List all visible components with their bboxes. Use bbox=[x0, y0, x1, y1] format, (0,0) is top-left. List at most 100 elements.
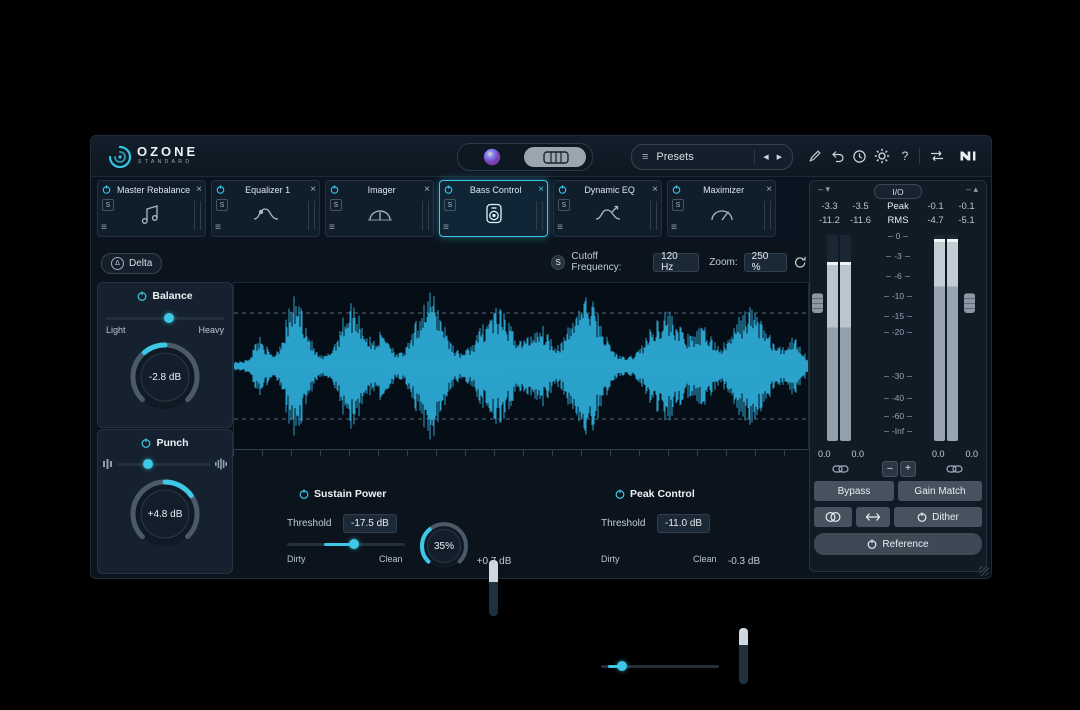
presets-label[interactable]: Presets bbox=[656, 151, 693, 163]
peak-label: Peak bbox=[876, 201, 920, 212]
signal-flow-icon[interactable] bbox=[927, 146, 947, 166]
tab-drag-handle[interactable] bbox=[308, 201, 315, 230]
scale-40: -40 bbox=[892, 393, 904, 403]
waveform-display bbox=[233, 282, 809, 450]
tab-label[interactable]: Master Rebalance bbox=[114, 185, 193, 195]
peak-control-title: Peak Control bbox=[630, 488, 695, 500]
sustain-amount-value: 35% bbox=[417, 541, 471, 552]
tab-drag-handle[interactable] bbox=[536, 201, 543, 230]
balance-power-icon[interactable] bbox=[137, 291, 147, 301]
cutoff-value-box[interactable]: 120 Hz bbox=[653, 253, 699, 272]
tab-close-icon[interactable]: × bbox=[766, 185, 772, 194]
io-toggle[interactable]: I/O bbox=[874, 184, 922, 199]
tab-dynamic-eq[interactable]: Dynamic EQ × S ≡ bbox=[553, 180, 662, 237]
scale-6: -6 bbox=[894, 271, 902, 281]
peak-readout-row: -3.3 -3.5 Peak -0.1 -0.1 bbox=[810, 201, 986, 212]
tab-label[interactable]: Dynamic EQ bbox=[570, 185, 649, 195]
sustain-amount-knob[interactable]: 35% bbox=[417, 519, 471, 573]
solo-cutoff-icon[interactable]: S bbox=[551, 255, 565, 270]
peak-control-power-icon[interactable] bbox=[615, 489, 625, 499]
sustain-title: Sustain Power bbox=[314, 488, 386, 500]
punch-knob[interactable]: +4.8 dB bbox=[127, 476, 203, 552]
ni-logo bbox=[955, 146, 981, 166]
peak-slider[interactable] bbox=[601, 660, 719, 672]
tab-close-icon[interactable]: × bbox=[424, 185, 430, 194]
meter-collapse-left-icon[interactable]: – ▾ bbox=[818, 184, 830, 195]
tab-imager[interactable]: Imager × S ≡ bbox=[325, 180, 434, 237]
tab-bass-control[interactable]: Bass Control × S ≡ bbox=[439, 180, 548, 237]
tab-label[interactable]: Bass Control bbox=[456, 185, 535, 195]
sustain-slider-thumb[interactable] bbox=[349, 539, 359, 549]
module-power-icon[interactable] bbox=[558, 185, 567, 194]
peak-slider-thumb[interactable] bbox=[617, 661, 627, 671]
view-mode-toggle[interactable] bbox=[457, 143, 593, 171]
delta-button[interactable]: Δ Delta bbox=[101, 253, 162, 274]
module-power-icon[interactable] bbox=[672, 185, 681, 194]
tab-label[interactable]: Maximizer bbox=[684, 185, 763, 195]
balance-knob[interactable]: -2.8 dB bbox=[127, 339, 203, 415]
sustain-threshold-value[interactable]: -17.5 dB bbox=[343, 514, 397, 533]
input-gain-values: 0.00.0 bbox=[818, 449, 864, 459]
punch-slider[interactable] bbox=[117, 458, 211, 470]
tab-maximizer[interactable]: Maximizer × S ≡ bbox=[667, 180, 776, 237]
window-resize-grip[interactable] bbox=[979, 566, 989, 576]
tab-close-icon[interactable]: × bbox=[652, 185, 658, 194]
history-icon[interactable] bbox=[849, 146, 869, 166]
balance-slider-thumb[interactable] bbox=[164, 313, 174, 323]
undo-icon[interactable] bbox=[827, 146, 847, 166]
tab-drag-handle[interactable] bbox=[422, 201, 429, 230]
zoom-value-box[interactable]: 250 % bbox=[744, 253, 787, 272]
out-peak-r: -0.1 bbox=[958, 201, 974, 212]
tab-label[interactable]: Equalizer 1 bbox=[228, 185, 307, 195]
detail-view-orb-icon[interactable] bbox=[482, 147, 502, 167]
tab-drag-handle[interactable] bbox=[194, 201, 201, 230]
reference-button[interactable]: Reference bbox=[814, 533, 982, 555]
presets-dropdown[interactable]: ≡ Presets ◀ ▶ bbox=[631, 144, 793, 170]
sustain-slider[interactable] bbox=[287, 538, 405, 550]
preset-prev-icon[interactable]: ◀ bbox=[763, 153, 768, 161]
meter-scale-minus-button[interactable]: – bbox=[882, 461, 898, 477]
sustain-power-icon[interactable] bbox=[299, 489, 309, 499]
presets-menu-icon[interactable]: ≡ bbox=[642, 151, 648, 163]
module-power-icon[interactable] bbox=[216, 185, 225, 194]
meter-scale-plus-button[interactable]: + bbox=[900, 461, 916, 477]
punch-slider-thumb[interactable] bbox=[143, 459, 153, 469]
module-power-icon[interactable] bbox=[102, 185, 111, 194]
peak-threshold-value[interactable]: -11.0 dB bbox=[657, 514, 710, 533]
peak-gain-meter bbox=[739, 628, 748, 684]
meter-collapse-right-icon[interactable]: – ▴ bbox=[966, 184, 978, 195]
dither-button[interactable]: Dither bbox=[894, 507, 982, 527]
output-gain-handle[interactable] bbox=[964, 293, 975, 313]
gain-match-button[interactable]: Gain Match bbox=[898, 481, 982, 501]
brand-title: OZONE bbox=[137, 144, 198, 159]
tab-close-icon[interactable]: × bbox=[538, 185, 544, 194]
scale-15: -15 bbox=[892, 311, 904, 321]
balance-slider[interactable] bbox=[106, 312, 224, 324]
tab-equalizer-1[interactable]: Equalizer 1 × S ≡ bbox=[211, 180, 320, 237]
bypass-button[interactable]: Bypass bbox=[814, 481, 894, 501]
reference-power-icon bbox=[867, 539, 877, 549]
tab-drag-handle[interactable] bbox=[650, 201, 657, 230]
tab-close-icon[interactable]: × bbox=[310, 185, 316, 194]
tab-drag-handle[interactable] bbox=[764, 201, 771, 230]
stereo-mode-button[interactable] bbox=[814, 507, 852, 527]
help-icon[interactable]: ? bbox=[895, 146, 915, 166]
preset-next-icon[interactable]: ▶ bbox=[777, 153, 782, 161]
tab-label[interactable]: Imager bbox=[342, 185, 421, 195]
input-meter-right bbox=[840, 235, 851, 441]
delta-label[interactable]: Delta bbox=[129, 258, 152, 269]
output-channel-link-icon[interactable] bbox=[946, 463, 963, 475]
module-power-icon[interactable] bbox=[444, 185, 453, 194]
tab-master-rebalance[interactable]: Master Rebalance × S ≡ bbox=[97, 180, 206, 237]
reset-zoom-icon[interactable] bbox=[793, 255, 807, 270]
punch-power-icon[interactable] bbox=[141, 438, 151, 448]
module-power-icon[interactable] bbox=[330, 185, 339, 194]
edit-pencil-icon[interactable] bbox=[805, 146, 825, 166]
input-channel-link-icon[interactable] bbox=[832, 463, 849, 475]
channel-swap-button[interactable] bbox=[856, 507, 890, 527]
tab-close-icon[interactable]: × bbox=[196, 185, 202, 194]
input-gain-handle[interactable] bbox=[812, 293, 823, 313]
settings-gear-icon[interactable] bbox=[872, 146, 892, 166]
module-chain-icon[interactable] bbox=[543, 151, 569, 164]
rms-readout-row: -11.2 -11.6 RMS -4.7 -5.1 bbox=[810, 215, 986, 226]
